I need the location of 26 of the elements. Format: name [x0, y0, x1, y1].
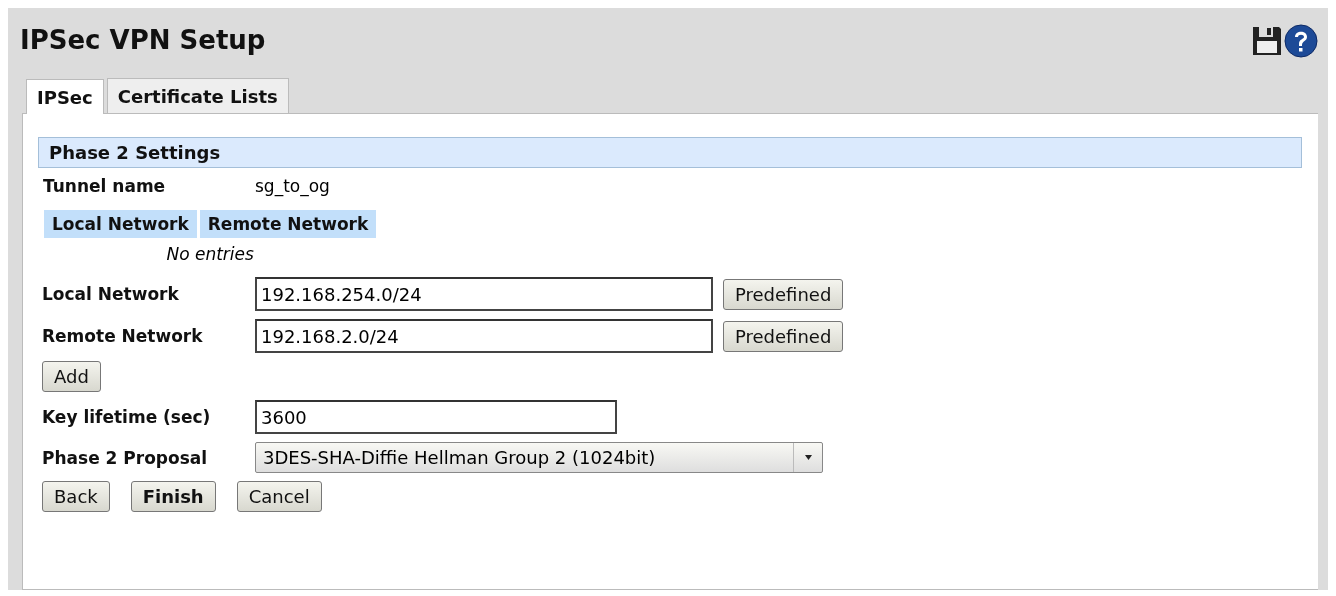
field-value: sg_to_og: [255, 176, 330, 196]
tab[interactable]: IPSec: [26, 79, 104, 114]
dropdown[interactable]: 3DES-SHA-Diffie Hellman Group 2 (1024bit): [255, 442, 823, 473]
save-icon[interactable]: [1252, 25, 1282, 57]
add-button[interactable]: Add: [42, 361, 101, 392]
action-button[interactable]: Finish: [130, 481, 216, 512]
field-label: Phase 2 Proposal: [42, 447, 209, 468]
field-label: Tunnel name: [43, 176, 167, 196]
input-field[interactable]: 192.168.254.0/24: [255, 277, 713, 311]
column-header: Remote Network: [199, 210, 377, 238]
field-label: Local Network: [42, 284, 180, 304]
predefined-button[interactable]: Predefined: [723, 278, 844, 310]
column-header: Local Network: [44, 210, 197, 238]
field-label: Key lifetime (sec): [42, 407, 212, 427]
predefined-button[interactable]: Predefined: [723, 320, 844, 352]
section-header: Phase 2 Settings: [38, 137, 1302, 168]
tab[interactable]: Certificate Lists: [106, 78, 289, 113]
empty-message: No entries: [165, 244, 255, 264]
input-field[interactable]: 3600: [255, 400, 617, 434]
caret-icon: [804, 455, 812, 460]
help-icon[interactable]: [1284, 24, 1318, 58]
page-title: IPSec VPN Setup: [20, 25, 266, 55]
action-button[interactable]: Cancel: [236, 481, 322, 512]
action-button[interactable]: Back: [42, 481, 110, 512]
input-field[interactable]: 192.168.2.0/24: [255, 319, 713, 353]
field-label: Remote Network: [42, 326, 204, 346]
